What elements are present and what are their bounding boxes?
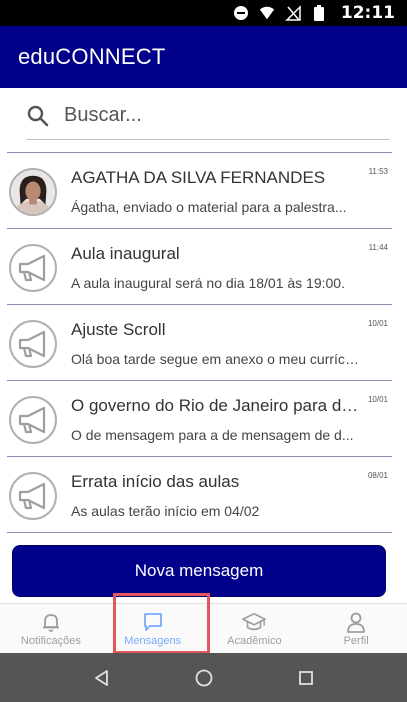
recents-icon[interactable]	[295, 667, 317, 689]
message-title: O governo do Rio de Janeiro para de...	[71, 396, 361, 415]
message-time: 10/01	[367, 395, 388, 404]
bell-icon	[39, 611, 63, 633]
message-item[interactable]: AGATHA DA SILVA FERNANDES Ágatha, enviad…	[7, 153, 392, 229]
message-preview: A aula inaugural será no dia 18/01 às 19…	[71, 275, 345, 291]
nav-notificacoes[interactable]: Notificações	[0, 604, 102, 653]
do-not-disturb-icon	[233, 5, 249, 21]
nav-perfil[interactable]: Perfil	[305, 604, 407, 653]
message-title: AGATHA DA SILVA FERNANDES	[71, 168, 326, 187]
megaphone-icon	[9, 396, 57, 444]
megaphone-icon	[9, 244, 57, 292]
message-time: 11:53	[368, 167, 388, 176]
message-item[interactable]: Ajuste Scroll Olá boa tarde segue em ane…	[7, 305, 392, 381]
graduation-cap-icon	[242, 611, 267, 633]
message-time: 11:44	[368, 243, 388, 252]
message-item[interactable]: O governo do Rio de Janeiro para de... O…	[7, 381, 392, 457]
message-list: AGATHA DA SILVA FERNANDES Ágatha, enviad…	[7, 152, 392, 533]
message-title: Errata início das aulas	[71, 472, 240, 491]
system-nav-bar	[0, 653, 407, 702]
bottom-nav: Notificações Mensagens Acadêmico Perfil	[0, 603, 407, 653]
nav-label: Mensagens	[124, 634, 182, 647]
nav-label: Perfil	[343, 634, 369, 647]
app-bar: eduCONNECT	[0, 26, 407, 88]
person-icon	[344, 611, 368, 633]
nav-label: Notificações	[20, 634, 81, 647]
megaphone-icon	[9, 320, 57, 368]
wifi-icon	[259, 5, 275, 21]
search-icon[interactable]	[26, 104, 50, 128]
message-item[interactable]: Aula inaugural A aula inaugural será no …	[7, 229, 392, 305]
message-time: 10/01	[367, 319, 388, 328]
status-bar: 12:11	[0, 0, 407, 26]
new-message-button[interactable]: Nova mensagem	[12, 545, 386, 597]
nav-academico[interactable]: Acadêmico	[204, 604, 306, 653]
chat-icon	[141, 611, 165, 633]
battery-icon	[311, 5, 327, 21]
app-title: eduCONNECT	[18, 44, 166, 69]
message-title: Aula inaugural	[71, 244, 180, 263]
message-preview: Olá boa tarde segue em anexo o meu currí…	[71, 351, 361, 367]
no-signal-icon	[285, 5, 301, 21]
message-time: 08/01	[367, 471, 388, 480]
message-preview: As aulas terão início em 04/02	[71, 503, 260, 519]
home-icon[interactable]	[193, 667, 215, 689]
avatar	[9, 168, 57, 216]
message-preview: Ágatha, enviado o material para a palest…	[71, 199, 347, 215]
megaphone-icon	[9, 472, 57, 520]
message-item[interactable]: Errata início das aulas As aulas terão i…	[7, 457, 392, 533]
nav-label: Acadêmico	[227, 634, 282, 647]
search-input[interactable]	[64, 104, 364, 127]
back-icon[interactable]	[91, 667, 113, 689]
message-title: Ajuste Scroll	[71, 320, 166, 339]
status-time: 12:11	[340, 3, 395, 23]
message-preview: O de mensagem para a de mensagem de d...	[71, 427, 354, 443]
nav-mensagens[interactable]: Mensagens	[102, 604, 204, 653]
search-bar	[26, 92, 390, 140]
